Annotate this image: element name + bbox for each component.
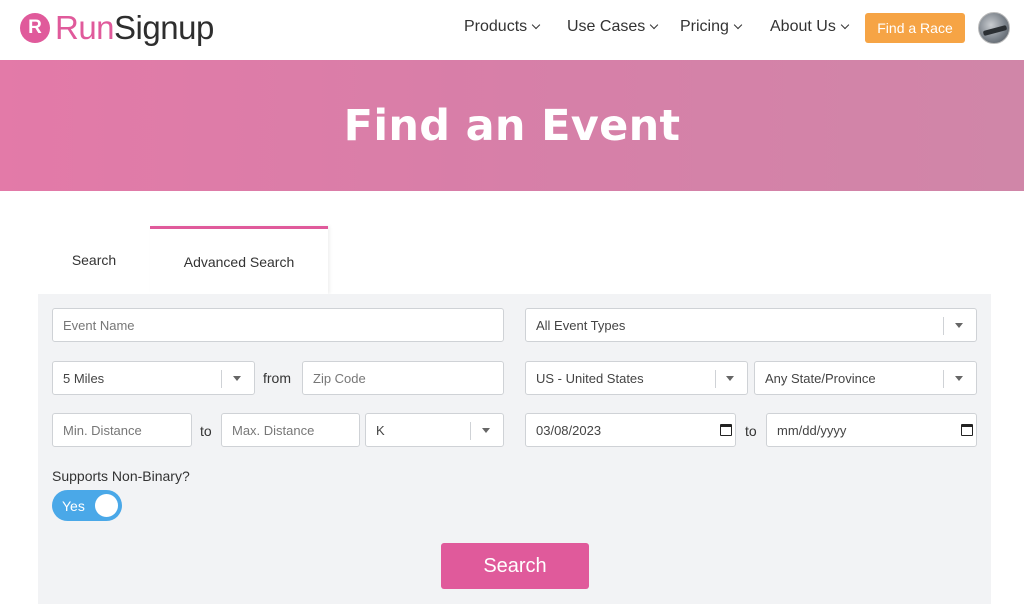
runsignup-logo[interactable]: R RunSignup <box>20 8 214 48</box>
min-distance-input[interactable]: Min. Distance <box>52 413 192 447</box>
zip-code-input[interactable]: Zip Code <box>302 361 504 395</box>
from-label: from <box>263 370 291 386</box>
user-avatar[interactable] <box>978 12 1010 44</box>
distance-unit-select[interactable]: K <box>365 413 504 447</box>
dropdown-caret-icon <box>726 376 734 381</box>
max-distance-input[interactable]: Max. Distance <box>221 413 360 447</box>
chevron-down-icon <box>840 20 850 30</box>
nav-about-us[interactable]: About Us <box>770 18 850 36</box>
nav-pricing[interactable]: Pricing <box>680 18 743 36</box>
radius-select[interactable]: 5 Miles <box>52 361 255 395</box>
tab-search[interactable]: Search <box>38 226 150 294</box>
chevron-down-icon <box>733 20 743 30</box>
hero-banner: Find an Event <box>0 60 1024 191</box>
country-select[interactable]: US - United States <box>525 361 748 395</box>
state-province-select[interactable]: Any State/Province <box>754 361 977 395</box>
logo-wordmark: RunSignup <box>55 9 214 46</box>
page-title: Find an Event <box>343 100 681 151</box>
dropdown-caret-icon <box>955 376 963 381</box>
find-a-race-button[interactable]: Find a Race <box>865 13 965 43</box>
dropdown-caret-icon <box>955 323 963 328</box>
dropdown-caret-icon <box>233 376 241 381</box>
search-button[interactable]: Search <box>441 543 589 589</box>
date-to-label: to <box>745 423 757 439</box>
event-type-select[interactable]: All Event Types <box>525 308 977 342</box>
event-name-input[interactable]: Event Name <box>52 308 504 342</box>
logo-badge-icon: R <box>20 13 50 43</box>
tab-advanced-search[interactable]: Advanced Search <box>150 226 328 294</box>
non-binary-toggle[interactable]: Yes <box>52 490 122 521</box>
calendar-icon[interactable] <box>720 424 732 436</box>
distance-to-label: to <box>200 423 212 439</box>
toggle-knob <box>95 494 118 517</box>
non-binary-label: Supports Non-Binary? <box>52 468 190 484</box>
nav-products[interactable]: Products <box>464 18 541 36</box>
chevron-down-icon <box>650 20 659 30</box>
calendar-icon[interactable] <box>961 424 973 436</box>
dropdown-caret-icon <box>482 428 490 433</box>
end-date-input[interactable]: mm/dd/yyyy <box>766 413 977 447</box>
chevron-down-icon <box>531 20 541 30</box>
site-header: R RunSignup Products Use Cases Pricing A… <box>0 0 1024 60</box>
start-date-input[interactable]: 03/08/2023 <box>525 413 736 447</box>
nav-use-cases[interactable]: Use Cases <box>567 18 659 36</box>
